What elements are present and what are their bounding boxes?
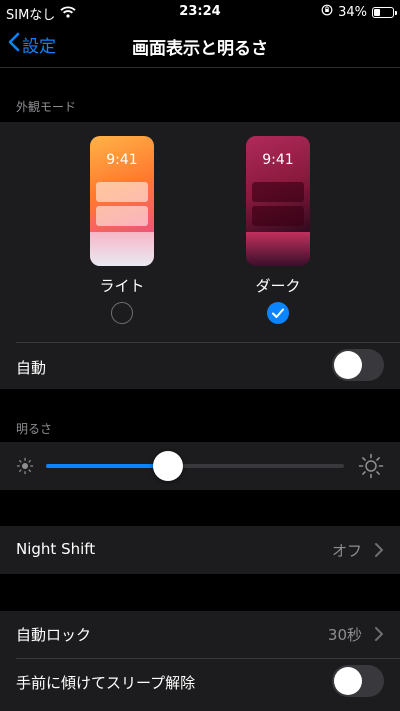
light-preview-wave [90, 232, 154, 266]
night-shift-label: Night Shift [16, 540, 96, 558]
dark-mode-label[interactable]: ダーク [238, 275, 318, 296]
page-title: 画面表示と明るさ [132, 39, 268, 59]
auto-lock-value: 30秒 [327, 626, 362, 644]
toggle-knob [334, 667, 362, 695]
appearance-header: 外観モード [16, 100, 77, 114]
brightness-low-icon [16, 457, 34, 479]
light-preview-card [96, 206, 148, 226]
auto-lock-label: 自動ロック [16, 626, 92, 644]
separator [16, 342, 400, 343]
dark-preview-card [252, 206, 304, 226]
raise-to-wake-toggle[interactable] [332, 665, 384, 697]
light-mode-preview[interactable]: 9:41 [90, 136, 154, 266]
navigation-bar: 設定 画面表示と明るさ [0, 24, 400, 68]
dark-preview-wave [246, 232, 310, 266]
light-preview-card [96, 182, 148, 202]
dark-preview-time: 9:41 [262, 152, 294, 168]
orientation-lock-icon [321, 4, 333, 20]
chevron-right-icon [370, 541, 388, 559]
light-mode-label[interactable]: ライト [82, 275, 162, 296]
brightness-track[interactable] [46, 451, 344, 481]
dark-mode-preview[interactable]: 9:41 [246, 136, 310, 266]
dark-preview-card [252, 182, 304, 202]
battery-percent: 34% [338, 4, 367, 20]
auto-appearance-toggle[interactable] [332, 349, 384, 381]
dark-mode-radio[interactable] [267, 302, 289, 324]
brightness-header: 明るさ [16, 422, 53, 436]
appearance-group: 9:41 ライト 9:41 ダーク 自動 [0, 122, 400, 389]
auto-lock-row[interactable]: 自動ロック 30秒 [0, 611, 400, 658]
brightness-high-icon [358, 453, 384, 483]
chevron-right-icon [370, 625, 388, 643]
light-mode-radio[interactable] [111, 302, 133, 324]
brightness-group [0, 442, 400, 490]
battery-icon [372, 6, 397, 18]
night-shift-value: オフ [331, 542, 362, 560]
auto-appearance-label: 自動 [16, 359, 47, 377]
status-bar: SIMなし 23:24 34% [0, 0, 400, 24]
toggle-knob [334, 351, 362, 379]
brightness-slider-thumb[interactable] [153, 451, 184, 481]
brightness-fill [46, 464, 169, 468]
light-preview-time: 9:41 [106, 152, 138, 168]
lock-group: 自動ロック 30秒 手前に傾けてスリープ解除 [0, 611, 400, 711]
separator [16, 658, 400, 659]
night-shift-row[interactable]: Night Shift オフ [0, 526, 400, 574]
raise-to-wake-label: 手前に傾けてスリープ解除 [16, 674, 196, 692]
